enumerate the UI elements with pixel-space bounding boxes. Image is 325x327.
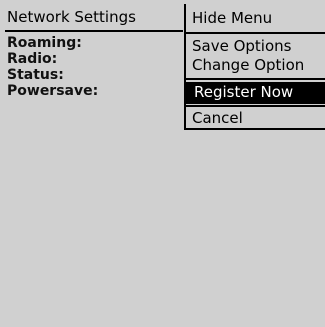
settings-field-list: Roaming: Radio: Status: Powersave: [7, 35, 182, 99]
menu-item-register-now[interactable]: Register Now [186, 82, 325, 104]
menu-item-cancel[interactable]: Cancel [186, 108, 325, 130]
menu-item-hide-menu[interactable]: Hide Menu [186, 8, 325, 30]
field-radio[interactable]: Radio: [7, 51, 182, 67]
title-bar: Network Settings [5, 6, 183, 32]
menu-divider [186, 32, 325, 34]
context-menu: Hide Menu Save Options Change Option Reg… [184, 4, 325, 130]
network-settings-screen: Network Settings Roaming: Radio: Status:… [0, 0, 325, 327]
field-roaming[interactable]: Roaming: [7, 35, 182, 51]
page-title: Network Settings [7, 8, 136, 26]
menu-item-change-option[interactable]: Change Option [186, 55, 325, 77]
menu-divider [186, 105, 325, 107]
field-powersave[interactable]: Powersave: [7, 83, 182, 99]
field-status[interactable]: Status: [7, 67, 182, 83]
menu-divider [186, 78, 325, 80]
